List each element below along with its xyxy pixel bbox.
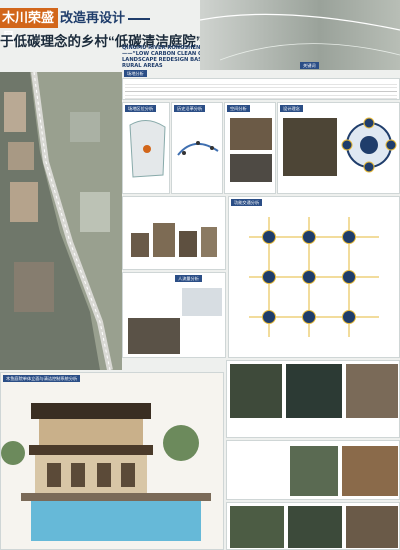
node-icon bbox=[302, 310, 316, 324]
history-panel: 历史沿革分析 bbox=[171, 102, 223, 194]
node-icon bbox=[262, 310, 276, 324]
render-row-1 bbox=[226, 360, 400, 438]
node-icon bbox=[302, 230, 316, 244]
intro-text-block bbox=[122, 78, 400, 100]
section-tag-site: 场地分析 bbox=[124, 70, 147, 77]
section-drawing-panel: 木鱼庭院单体立面与清洁控制系统分析 bbox=[0, 372, 224, 550]
node-icon bbox=[302, 270, 316, 284]
road-curves bbox=[199, 13, 400, 61]
node-icon bbox=[262, 230, 276, 244]
concept-ring bbox=[341, 117, 397, 173]
history-heritage-panel bbox=[122, 196, 226, 270]
render-row-2 bbox=[226, 440, 400, 500]
node-analysis-panel: 功能交通分析 bbox=[228, 196, 400, 358]
top-aerial-strip bbox=[199, 0, 400, 70]
building-section bbox=[1, 403, 211, 541]
node-icon bbox=[262, 270, 276, 284]
node-icon bbox=[342, 270, 356, 284]
concept-panel: 设计理念 bbox=[277, 102, 400, 194]
space-analysis-panel: 空间分析 bbox=[224, 102, 276, 194]
map-drawing bbox=[0, 72, 122, 370]
section-tag-keyword: 关键词 bbox=[300, 62, 319, 69]
title-highlight: 木川荣盛昌 bbox=[0, 8, 58, 45]
site-aerial-map bbox=[0, 72, 122, 370]
site-location-panel: 场地区位分析 bbox=[122, 102, 170, 194]
render-row-3 bbox=[226, 502, 400, 550]
node-icon bbox=[342, 310, 356, 324]
title-rest: 改造再设计 bbox=[60, 8, 150, 28]
population-panel: 人流量分析 bbox=[122, 272, 226, 358]
node-icon bbox=[342, 230, 356, 244]
